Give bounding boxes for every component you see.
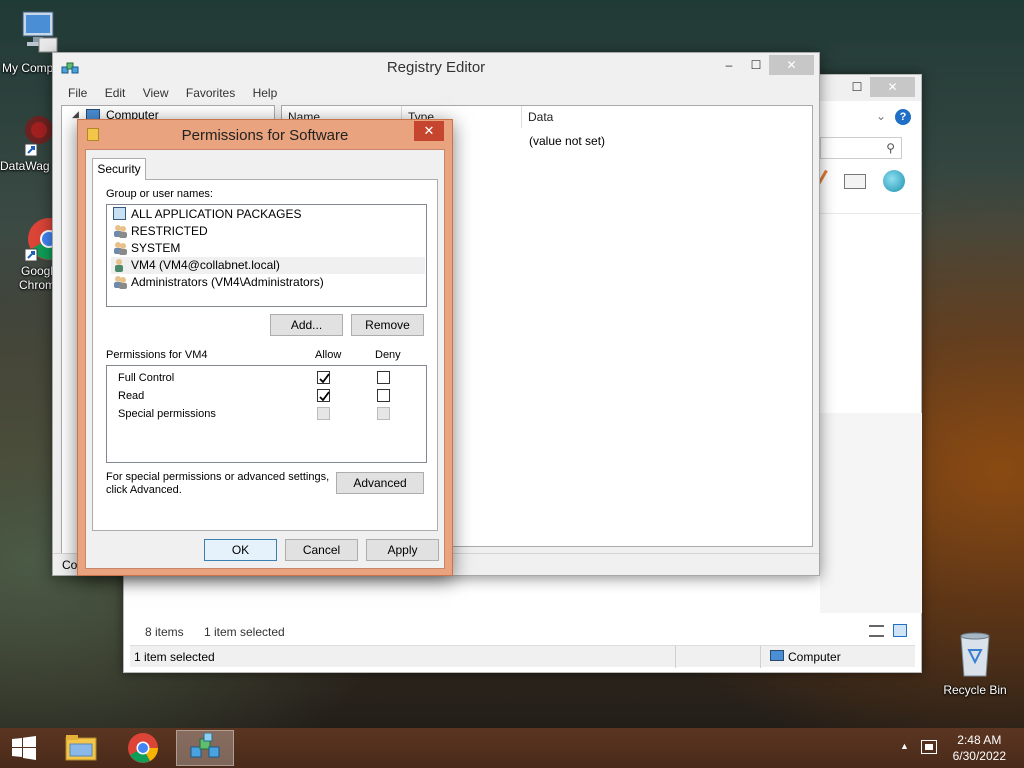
bottom-status-selected: 1 item selected — [134, 650, 215, 664]
tab-security[interactable]: Security — [92, 158, 146, 180]
list-item[interactable]: SYSTEM — [111, 240, 425, 257]
permission-read-label: Read — [118, 390, 145, 402]
checkmark-icon — [319, 391, 330, 402]
permission-special-label: Special permissions — [118, 408, 216, 420]
special-deny-checkbox — [377, 407, 390, 420]
regedit-menubar: File Edit View Favorites Help — [68, 86, 291, 100]
large-icons-view-icon[interactable] — [893, 624, 907, 637]
start-button[interactable] — [0, 728, 48, 768]
email-icon[interactable] — [844, 174, 866, 189]
user-name: ALL APPLICATION PACKAGES — [131, 207, 302, 221]
desktop-icon-recycle-bin[interactable]: Recycle Bin — [940, 630, 1010, 697]
column-data[interactable]: Data — [522, 106, 812, 128]
regedit-minimize-button[interactable]: – — [715, 55, 743, 75]
regedit-status-text: Co — [62, 558, 78, 572]
permissions-for-label: Permissions for VM4 — [106, 349, 208, 361]
windows-logo-icon — [12, 736, 36, 760]
regedit-maximize-button[interactable]: ☐ — [742, 55, 770, 75]
explorer-close-button[interactable]: ✕ — [870, 77, 915, 97]
status-divider — [675, 646, 676, 668]
help-icon[interactable]: ? — [895, 109, 911, 125]
chevron-down-icon[interactable]: ⌄ — [876, 109, 886, 123]
explorer-selected-count: 1 item selected — [204, 625, 285, 639]
chrome-icon — [128, 733, 158, 763]
app-packages-icon — [113, 207, 126, 220]
permission-full-control-label: Full Control — [118, 372, 175, 384]
list-item[interactable]: RESTRICTED — [111, 223, 425, 240]
explorer-maximize-button[interactable]: ☐ — [843, 77, 871, 97]
taskbar-registry-editor[interactable] — [176, 730, 234, 766]
user-name: Administrators (VM4\Administrators) — [131, 275, 324, 289]
full-control-allow-checkbox[interactable] — [317, 371, 330, 384]
network-icon[interactable] — [921, 740, 937, 754]
checkmark-icon — [319, 373, 330, 384]
remove-button[interactable]: Remove — [351, 314, 424, 336]
taskbar-clock[interactable]: 2:48 AM 6/30/2022 — [953, 732, 1006, 764]
permissions-dialog-title: Permissions for Software — [181, 127, 349, 144]
user-list[interactable]: ALL APPLICATION PACKAGES RESTRICTED SYST… — [106, 204, 427, 307]
search-icon: ⚲ — [886, 141, 895, 155]
user-name: VM4 (VM4@collabnet.local) — [131, 258, 280, 272]
advanced-hint-line-1: For special permissions or advanced sett… — [106, 471, 330, 483]
user-group-icon — [113, 275, 128, 294]
deny-column-label: Deny — [375, 349, 401, 361]
permissions-list: Full Control Read Special permissions — [106, 365, 427, 463]
menu-file[interactable]: File — [68, 86, 87, 100]
menu-edit[interactable]: Edit — [105, 86, 126, 100]
show-hidden-icons-button[interactable]: ▲ — [900, 741, 909, 751]
explorer-toolbar-divider — [820, 213, 922, 214]
menu-help[interactable]: Help — [253, 86, 278, 100]
globe-icon[interactable] — [883, 170, 905, 192]
security-tab-panel: Group or user names: ALL APPLICATION PAC… — [92, 179, 438, 531]
details-view-icon[interactable] — [869, 625, 884, 637]
ok-button[interactable]: OK — [204, 539, 277, 561]
list-item[interactable]: Administrators (VM4\Administrators) — [111, 274, 425, 291]
advanced-button[interactable]: Advanced — [336, 472, 424, 494]
taskbar-file-explorer[interactable] — [52, 730, 110, 766]
user-name: RESTRICTED — [131, 224, 208, 238]
allow-column-label: Allow — [315, 349, 342, 361]
list-item-selected[interactable]: VM4 (VM4@collabnet.local) — [111, 257, 425, 274]
computer-icon — [770, 650, 784, 661]
taskbar: ▲ 2:48 AM 6/30/2022 — [0, 728, 1024, 768]
clock-date: 6/30/2022 — [952, 749, 1006, 763]
recycle-bin-icon — [940, 630, 1010, 681]
clock-time: 2:48 AM — [957, 733, 1002, 747]
regedit-app-icon — [190, 733, 220, 758]
cancel-button[interactable]: Cancel — [285, 539, 358, 561]
value-data-cell[interactable]: (value not set) — [529, 134, 605, 148]
read-deny-checkbox[interactable] — [377, 389, 390, 402]
status-divider — [760, 646, 761, 668]
user-name: SYSTEM — [131, 241, 181, 255]
permissions-close-button[interactable]: ✕ — [414, 121, 444, 141]
explorer-items-count: 8 items — [145, 625, 184, 639]
apply-button[interactable]: Apply — [366, 539, 439, 561]
folder-icon — [65, 735, 97, 761]
list-item[interactable]: ALL APPLICATION PACKAGES — [111, 206, 425, 223]
explorer-side-strip — [820, 413, 922, 613]
desktop-icon-label: Recycle Bin — [943, 683, 1007, 697]
explorer-search-input[interactable]: ⚲ — [820, 137, 902, 159]
add-button[interactable]: Add... — [270, 314, 343, 336]
bottom-status-location: Computer — [788, 650, 841, 664]
explorer-bottom-statusbar: 1 item selected Computer — [130, 645, 915, 668]
special-allow-checkbox — [317, 407, 330, 420]
group-names-label: Group or user names: — [106, 188, 213, 200]
permissions-dialog[interactable]: Permissions for Software ✕ Security Grou… — [77, 119, 453, 576]
regedit-close-button[interactable]: ✕ — [769, 55, 814, 75]
menu-favorites[interactable]: Favorites — [186, 86, 235, 100]
full-control-deny-checkbox[interactable] — [377, 371, 390, 384]
read-allow-checkbox[interactable] — [317, 389, 330, 402]
permissions-dialog-body: Security Group or user names: ALL APPLIC… — [85, 149, 445, 569]
regedit-title: Registry Editor — [386, 59, 486, 76]
advanced-hint-line-2: click Advanced. — [106, 484, 182, 496]
menu-view[interactable]: View — [143, 86, 169, 100]
taskbar-chrome[interactable] — [114, 730, 172, 766]
